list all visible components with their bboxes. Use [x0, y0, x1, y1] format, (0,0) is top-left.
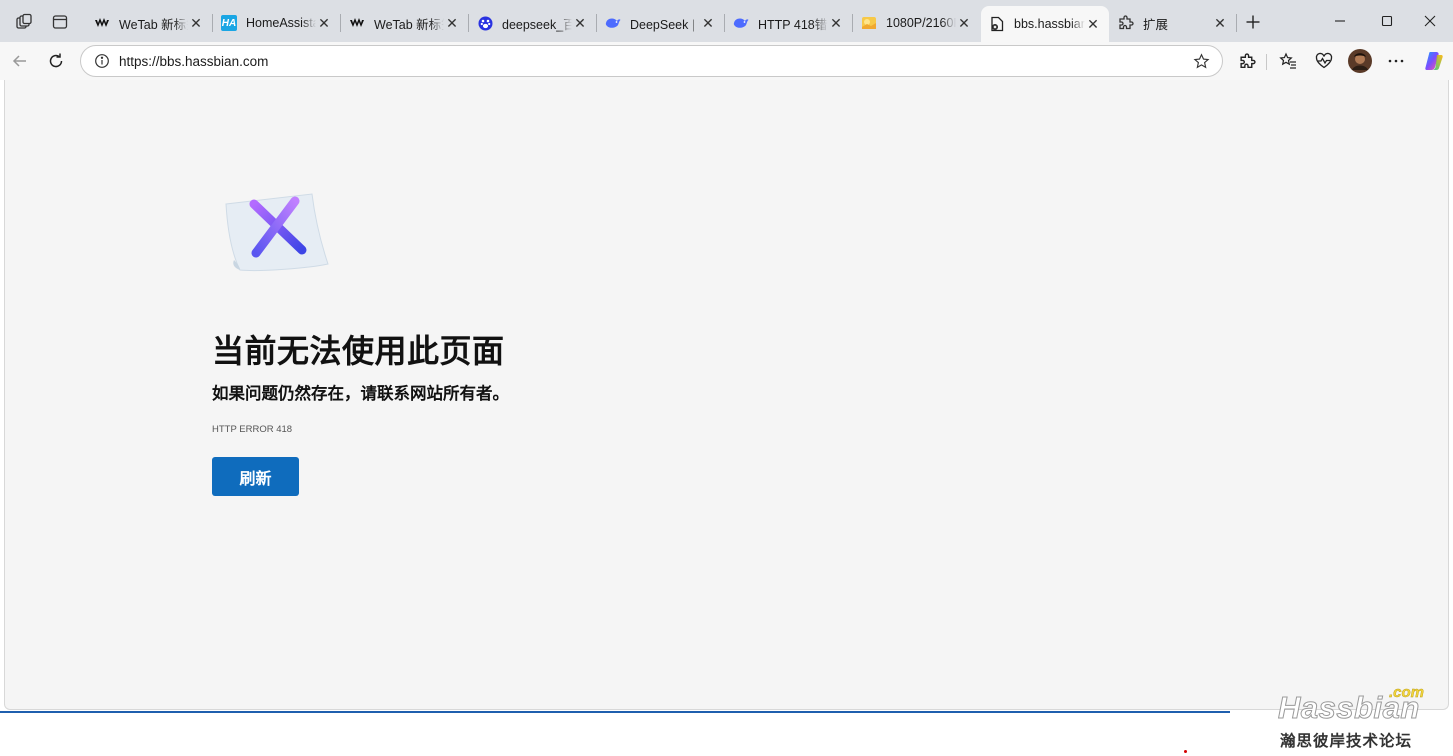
tab-wetab-2[interactable]: WeTab 新标签页 ✕: [341, 6, 468, 40]
minimize-button[interactable]: [1317, 0, 1363, 42]
close-window-button[interactable]: [1407, 0, 1453, 42]
tab-title: 扩展: [1143, 17, 1169, 32]
homeassistant-icon: HA: [221, 15, 237, 31]
close-icon[interactable]: ✕: [572, 15, 588, 32]
toolbar: https://bbs.hassbian.com: [0, 42, 1453, 80]
error-subtitle: 如果问题仍然存在，请联系网站所有者。: [212, 385, 509, 403]
red-dot: [1184, 750, 1187, 753]
tab-http418[interactable]: HTTP 418错误 ✕: [725, 6, 852, 40]
wetab-icon: [94, 15, 110, 31]
extensions-icon: [1118, 15, 1134, 31]
info-icon[interactable]: [87, 53, 117, 69]
reload-button[interactable]: [42, 47, 70, 75]
back-button[interactable]: [6, 47, 34, 75]
deepseek-icon: [605, 15, 621, 31]
close-icon[interactable]: ✕: [1085, 16, 1101, 33]
tab-deepseek[interactable]: DeepSeek | 深度求索 ✕: [597, 6, 724, 40]
close-icon[interactable]: ✕: [700, 15, 716, 32]
watermark-tagline: 瀚思彼岸技术论坛: [1280, 733, 1413, 750]
favorites-icon[interactable]: [1274, 47, 1302, 75]
error-title: 当前无法使用此页面: [212, 333, 505, 369]
toolbar-divider: [1266, 54, 1267, 70]
vertical-tabs-icon[interactable]: [47, 9, 73, 35]
workspaces-icon[interactable]: [11, 9, 37, 35]
error-code: HTTP ERROR 418: [212, 424, 293, 435]
avatar[interactable]: [1346, 47, 1374, 75]
tab-strip: WeTab 新标签页 ✕ HA HomeAssistant ✕ WeTab 新标…: [0, 0, 1453, 42]
tab-title: HTTP 418错误: [758, 17, 828, 32]
favorite-star-icon[interactable]: [1186, 52, 1216, 70]
close-icon[interactable]: ✕: [1212, 15, 1228, 32]
tab-title: WeTab 新标签页: [119, 17, 188, 32]
more-options-icon[interactable]: [1382, 47, 1410, 75]
browser-essentials-icon[interactable]: [1310, 47, 1338, 75]
new-tab-button[interactable]: [1240, 9, 1266, 35]
baidu-icon: [477, 15, 493, 31]
copilot-icon[interactable]: [1420, 47, 1448, 75]
deepseek-icon: [733, 15, 749, 31]
tab-separator: [1236, 14, 1237, 32]
error-x-illustration-icon: [220, 188, 332, 274]
tab-title: 1080P/2160P: [886, 16, 956, 30]
tab-homeassistant[interactable]: HA HomeAssistant ✕: [213, 6, 340, 40]
tab-title: DeepSeek | 深度求索: [630, 17, 700, 32]
tab-title: HomeAssistant: [246, 16, 316, 30]
taskbar-edge: [0, 711, 1230, 713]
watermark-domain: .com: [1389, 684, 1425, 701]
url-text[interactable]: https://bbs.hassbian.com: [117, 54, 1186, 69]
tab-bbs-hassbian-active[interactable]: bbs.hassbian.com ✕: [981, 6, 1109, 42]
close-icon[interactable]: ✕: [316, 15, 332, 32]
close-icon[interactable]: ✕: [444, 15, 460, 32]
address-bar[interactable]: https://bbs.hassbian.com: [80, 45, 1223, 77]
error-page-icon: [989, 16, 1005, 32]
extensions-toolbar-icon[interactable]: [1233, 47, 1261, 75]
close-icon[interactable]: ✕: [828, 15, 844, 32]
wetab-icon: [349, 15, 365, 31]
tab-extensions[interactable]: 扩展 ✕: [1110, 6, 1236, 40]
tab-title: deepseek_百度搜索: [502, 17, 572, 32]
image-icon: [861, 15, 877, 31]
tab-wetab-1[interactable]: WeTab 新标签页 ✕: [86, 6, 212, 40]
hassbian-watermark: Hassbian .com 瀚思彼岸技术论坛: [1276, 684, 1446, 750]
refresh-button[interactable]: 刷新: [212, 457, 299, 496]
maximize-button[interactable]: [1364, 0, 1410, 42]
tab-title: WeTab 新标签页: [374, 17, 444, 32]
tab-title: bbs.hassbian.com: [1014, 17, 1085, 31]
close-icon[interactable]: ✕: [956, 15, 972, 32]
close-icon[interactable]: ✕: [188, 15, 204, 32]
tab-baidu[interactable]: deepseek_百度搜索 ✕: [469, 6, 596, 40]
tab-1080p[interactable]: 1080P/2160P ✕: [853, 6, 980, 40]
